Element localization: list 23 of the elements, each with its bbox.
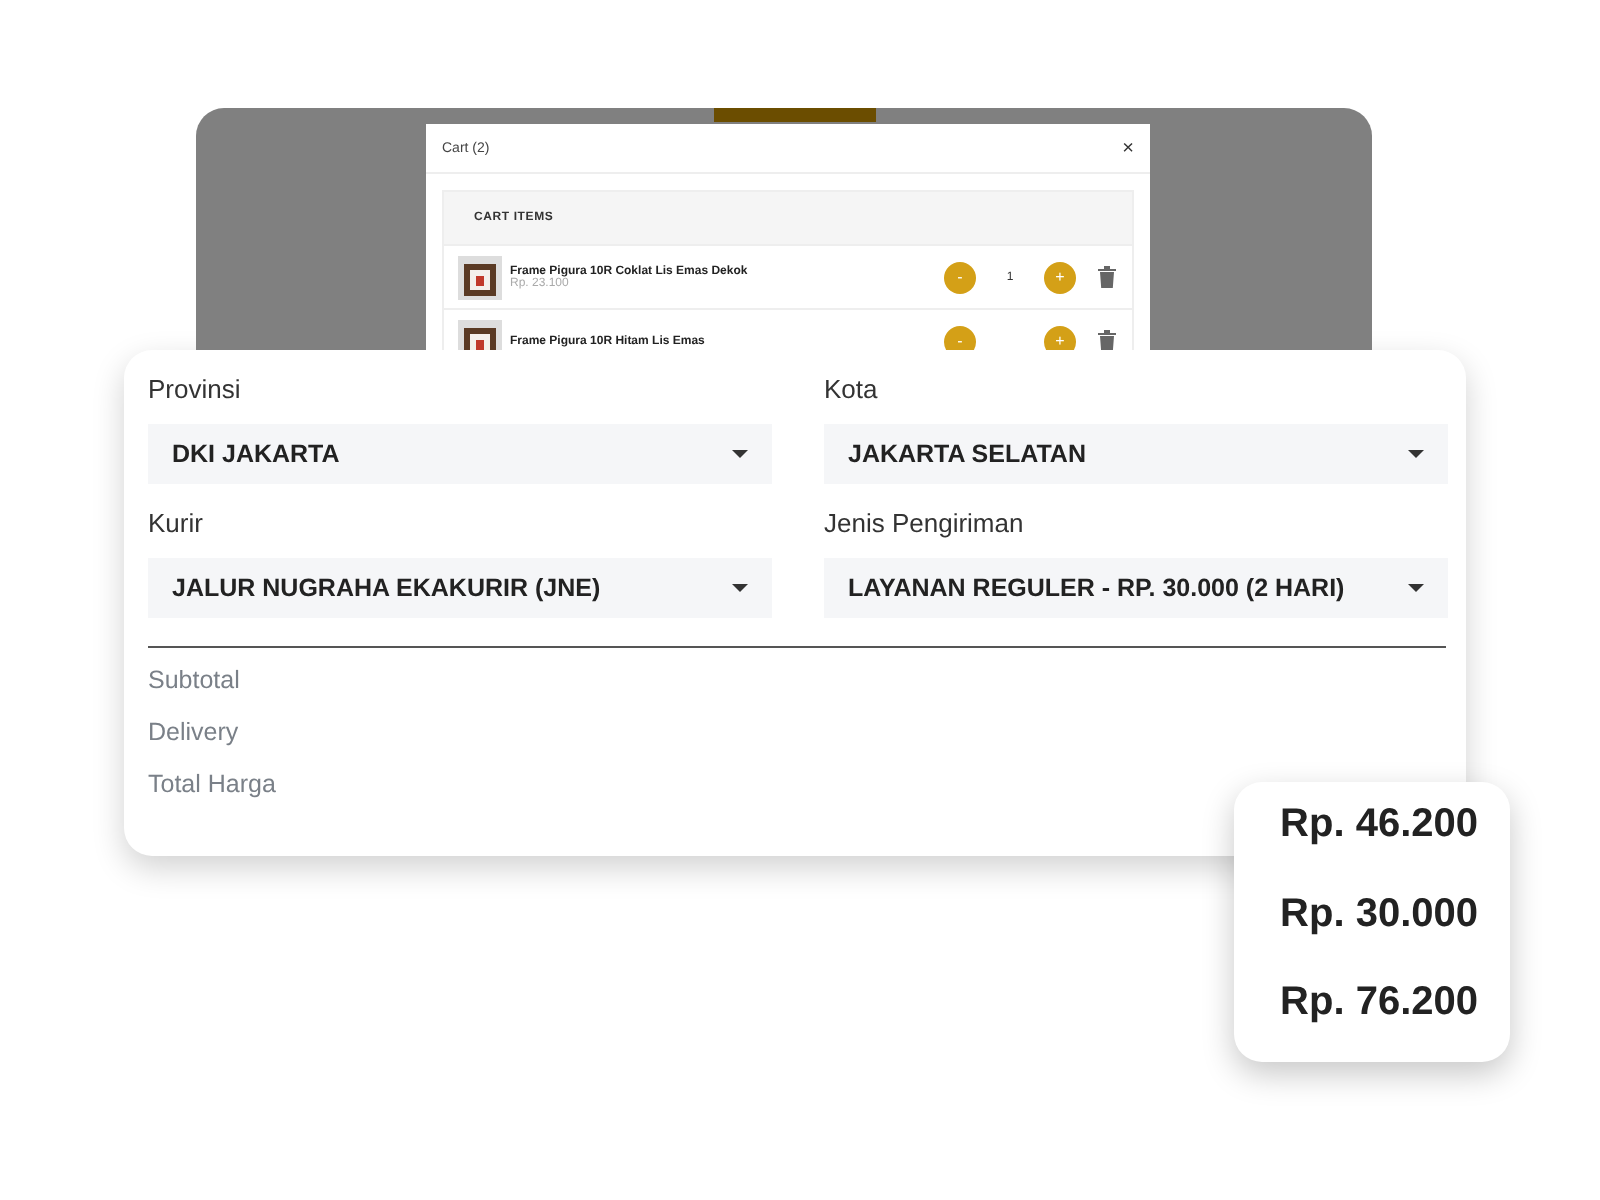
field-label: Provinsi [148,374,243,408]
caret-icon [1408,450,1424,458]
select-field[interactable]: DKI JAKARTA [148,424,772,484]
caret-icon [732,584,748,592]
price-value: Rp. 30.000 [1280,889,1478,940]
price-value: Rp. 76.200 [1280,978,1478,1029]
field-label: Jenis Pengiriman [824,508,1026,542]
summary-label: Subtotal [148,664,242,698]
caret-icon [732,450,748,458]
price-value: Rp. 46.200 [1280,800,1478,850]
select-field[interactable]: JALUR NUGRAHA EKAKURIR (JNE) [148,558,772,618]
trash-icon[interactable] [1098,266,1116,288]
frame-thumbnail [458,255,502,299]
field-label: Kota [824,374,880,408]
caret-icon [1408,584,1424,592]
field-label: Kurir [148,508,205,542]
summary-label: Total Harga [148,768,278,802]
summary-label: Delivery [148,716,241,750]
frame-thumbnail [458,319,502,350]
close-button[interactable]: × [1122,137,1134,159]
trash-icon[interactable] [1098,330,1116,350]
select-field[interactable]: JAKARTA SELATAN [824,424,1448,484]
select-field[interactable]: LAYANAN REGULER - RP. 30.000 (2 HARI) [824,558,1448,618]
